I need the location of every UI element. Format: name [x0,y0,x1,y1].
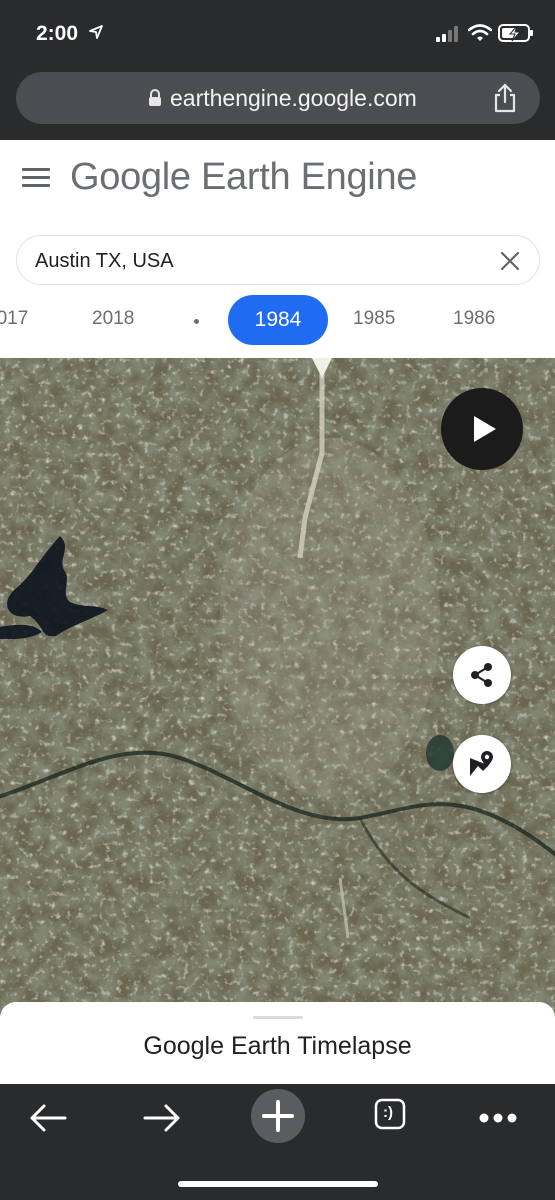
browser-toolbar: :) [0,1084,555,1200]
satellite-map[interactable] [0,358,555,1084]
new-tab-icon[interactable] [250,1088,306,1144]
year-2018[interactable]: 2018 [92,308,134,330]
more-icon[interactable] [470,1092,526,1144]
location-search [16,235,540,285]
year-selector: 2017 2018 1984 1985 1986 [0,295,555,347]
wifi-icon [468,24,492,41]
home-indicator[interactable] [178,1181,378,1187]
search-input[interactable] [35,247,475,275]
lock-icon [149,89,161,106]
play-button[interactable] [441,388,523,470]
sheet-handle[interactable] [253,1016,303,1019]
location-arrow-icon [89,25,103,39]
web-page: Google Earth Engine 2017 2018 1984 1985 … [0,140,555,1084]
menu-icon[interactable] [22,168,50,188]
address-text: earthengine.google.com [170,85,417,111]
sheet-title: Google Earth Timelapse [143,1032,412,1060]
year-2017[interactable]: 2017 [0,308,28,330]
clear-icon[interactable] [499,250,521,272]
browser-address-area: earthengine.google.com [0,62,555,140]
map-pin-icon [470,751,493,776]
address-bar[interactable]: earthengine.google.com [16,72,540,124]
battery-icon [498,24,533,42]
page-brand[interactable]: Google Earth Engine [70,156,417,199]
year-1985[interactable]: 1985 [353,308,395,330]
tabs-label: :) [383,1104,393,1121]
year-separator-dot [194,319,199,324]
tabs-button[interactable]: :) [364,1094,414,1144]
back-icon[interactable] [20,1092,76,1144]
status-time: 2:00 [36,22,79,45]
year-1986[interactable]: 1986 [453,308,495,330]
explore-location-button[interactable] [453,735,511,793]
status-bar: 2:00 [0,0,555,62]
share-nodes-icon [471,663,492,687]
bottom-sheet[interactable]: Google Earth Timelapse [0,1002,555,1084]
play-icon [474,416,496,442]
share-icon[interactable] [492,83,518,113]
brand-product: Earth Engine [190,156,418,198]
forward-icon[interactable] [134,1092,190,1144]
share-button[interactable] [453,646,511,704]
brand-google: Google [70,156,191,198]
year-1984-selected[interactable]: 1984 [228,295,328,345]
signal-icon [436,26,458,42]
